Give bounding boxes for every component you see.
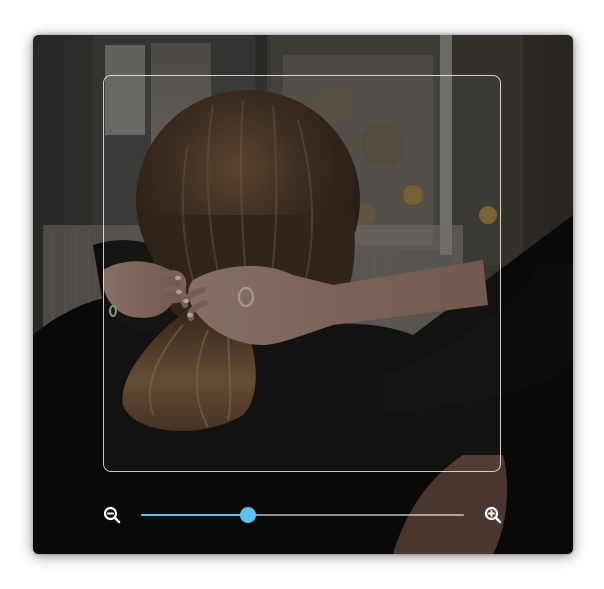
zoom-in-icon[interactable] xyxy=(483,505,503,525)
zoom-slider-thumb[interactable] xyxy=(239,507,256,523)
crop-frame[interactable] xyxy=(103,75,501,472)
zoom-slider-fill xyxy=(141,514,248,516)
zoom-controls xyxy=(33,497,573,533)
zoom-slider-track[interactable] xyxy=(141,514,464,516)
zoom-out-icon[interactable] xyxy=(102,505,122,525)
image-cropper xyxy=(33,35,573,554)
